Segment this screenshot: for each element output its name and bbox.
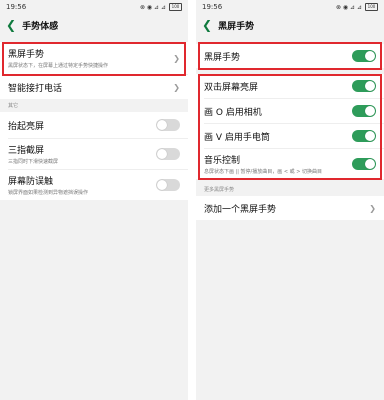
- page-title: 手势体感: [22, 21, 59, 32]
- other-list: 抬起亮屏 三指截屏 三指同时下滑快速截屏 屏幕防误触 锁屏界面如果检测到异物遮挡…: [0, 112, 188, 200]
- status-time: 19:56: [202, 3, 223, 11]
- back-arrow-icon[interactable]: ❮: [6, 19, 16, 31]
- item-subtitle: 锁屏界面如果检测到异物遮挡误操作: [8, 190, 89, 196]
- list-item-black-screen-gesture[interactable]: 黑屏手势 黑屏状态下，在屏幕上通过特定手势快捷操作 ❯: [0, 42, 188, 74]
- status-bar: 19:56 ⊗ ◉ ⊿ ⊿ 100: [196, 0, 384, 14]
- item-subtitle: 黑屏状态下，在屏幕上通过特定手势快捷操作: [8, 63, 109, 69]
- back-arrow-icon[interactable]: ❮: [202, 19, 212, 31]
- item-label: 画 O 启用相机: [204, 107, 262, 118]
- list-item-music-control[interactable]: 音乐控制 息屏状态下画 || 暂停/播放曲目，画 < 或 > 切换曲目: [196, 149, 384, 179]
- toggle-switch[interactable]: [352, 50, 376, 62]
- section-header-other: 其它: [8, 103, 19, 109]
- list-item-three-finger-screenshot[interactable]: 三指截屏 三指同时下滑快速截屏: [0, 139, 188, 169]
- page-title: 黑屏手势: [218, 21, 255, 32]
- status-time: 19:56: [6, 3, 27, 11]
- item-label: 黑屏手势: [8, 50, 45, 60]
- gesture-settings-screen: 19:56 ⊗ ◉ ⊿ ⊿ 100 ❮ 手势体感 黑屏手势 黑屏状态下，在屏幕上…: [0, 0, 188, 400]
- top-list: 黑屏手势 黑屏状态下，在屏幕上通过特定手势快捷操作 ❯ 智能接打电话 ❯: [0, 42, 188, 99]
- list-item-draw-v-flashlight[interactable]: 画 V 启用手电筒: [196, 124, 384, 148]
- chevron-right-icon: ❯: [369, 203, 376, 213]
- item-label: 黑屏手势: [204, 52, 241, 63]
- network-icons: ⊗ ◉ ⊿ ⊿: [335, 3, 362, 11]
- toggle-switch[interactable]: [156, 119, 180, 131]
- item-label: 屏幕防误触: [8, 177, 54, 187]
- black-screen-gesture-screen: 19:56 ⊗ ◉ ⊿ ⊿ 100 ❮ 黑屏手势 黑屏手势 双击屏幕亮屏 画 O…: [196, 0, 384, 400]
- item-label: 画 V 启用手电筒: [204, 132, 270, 143]
- list-item-raise-to-wake[interactable]: 抬起亮屏: [0, 112, 188, 138]
- item-label: 双击屏幕亮屏: [204, 82, 259, 93]
- section-header-more: 更多黑屏手势: [204, 187, 235, 193]
- item-label: 抬起亮屏: [8, 121, 45, 132]
- gesture-list: 双击屏幕亮屏 画 O 启用相机 画 V 启用手电筒 音乐控制 息屏状态下画 ||…: [196, 74, 384, 179]
- item-label: 三指截屏: [8, 146, 45, 156]
- list-item-smart-call[interactable]: 智能接打电话 ❯: [0, 75, 188, 99]
- toggle-switch[interactable]: [156, 148, 180, 160]
- battery-icon: 100: [169, 3, 182, 11]
- toggle-switch[interactable]: [352, 130, 376, 142]
- list-item-double-tap-wake[interactable]: 双击屏幕亮屏: [196, 74, 384, 98]
- item-subtitle: 息屏状态下画 || 暂停/播放曲目，画 < 或 > 切换曲目: [204, 169, 322, 175]
- screenshot-composite: 19:56 ⊗ ◉ ⊿ ⊿ 100 ❮ 手势体感 黑屏手势 黑屏状态下，在屏幕上…: [0, 0, 384, 400]
- battery-icon: 100: [365, 3, 378, 11]
- list-item-anti-mistouch[interactable]: 屏幕防误触 锁屏界面如果检测到异物遮挡误操作: [0, 170, 188, 200]
- item-label: 添加一个黑屏手势: [204, 204, 277, 215]
- master-toggle-row[interactable]: 黑屏手势: [196, 44, 384, 68]
- item-label: 智能接打电话: [8, 83, 63, 94]
- toggle-switch[interactable]: [156, 179, 180, 191]
- title-bar: ❮ 手势体感: [0, 14, 188, 36]
- toggle-switch[interactable]: [352, 158, 376, 170]
- title-bar: ❮ 黑屏手势: [196, 14, 384, 36]
- chevron-right-icon: ❯: [173, 82, 180, 92]
- toggle-switch[interactable]: [352, 80, 376, 92]
- add-gesture-item[interactable]: 添加一个黑屏手势 ❯: [196, 196, 384, 220]
- item-label: 音乐控制: [204, 156, 241, 166]
- network-icons: ⊗ ◉ ⊿ ⊿: [139, 3, 166, 11]
- chevron-right-icon: ❯: [173, 53, 180, 63]
- item-subtitle: 三指同时下滑快速截屏: [8, 159, 59, 165]
- toggle-switch[interactable]: [352, 105, 376, 117]
- status-bar: 19:56 ⊗ ◉ ⊿ ⊿ 100: [0, 0, 188, 14]
- list-item-draw-o-camera[interactable]: 画 O 启用相机: [196, 99, 384, 123]
